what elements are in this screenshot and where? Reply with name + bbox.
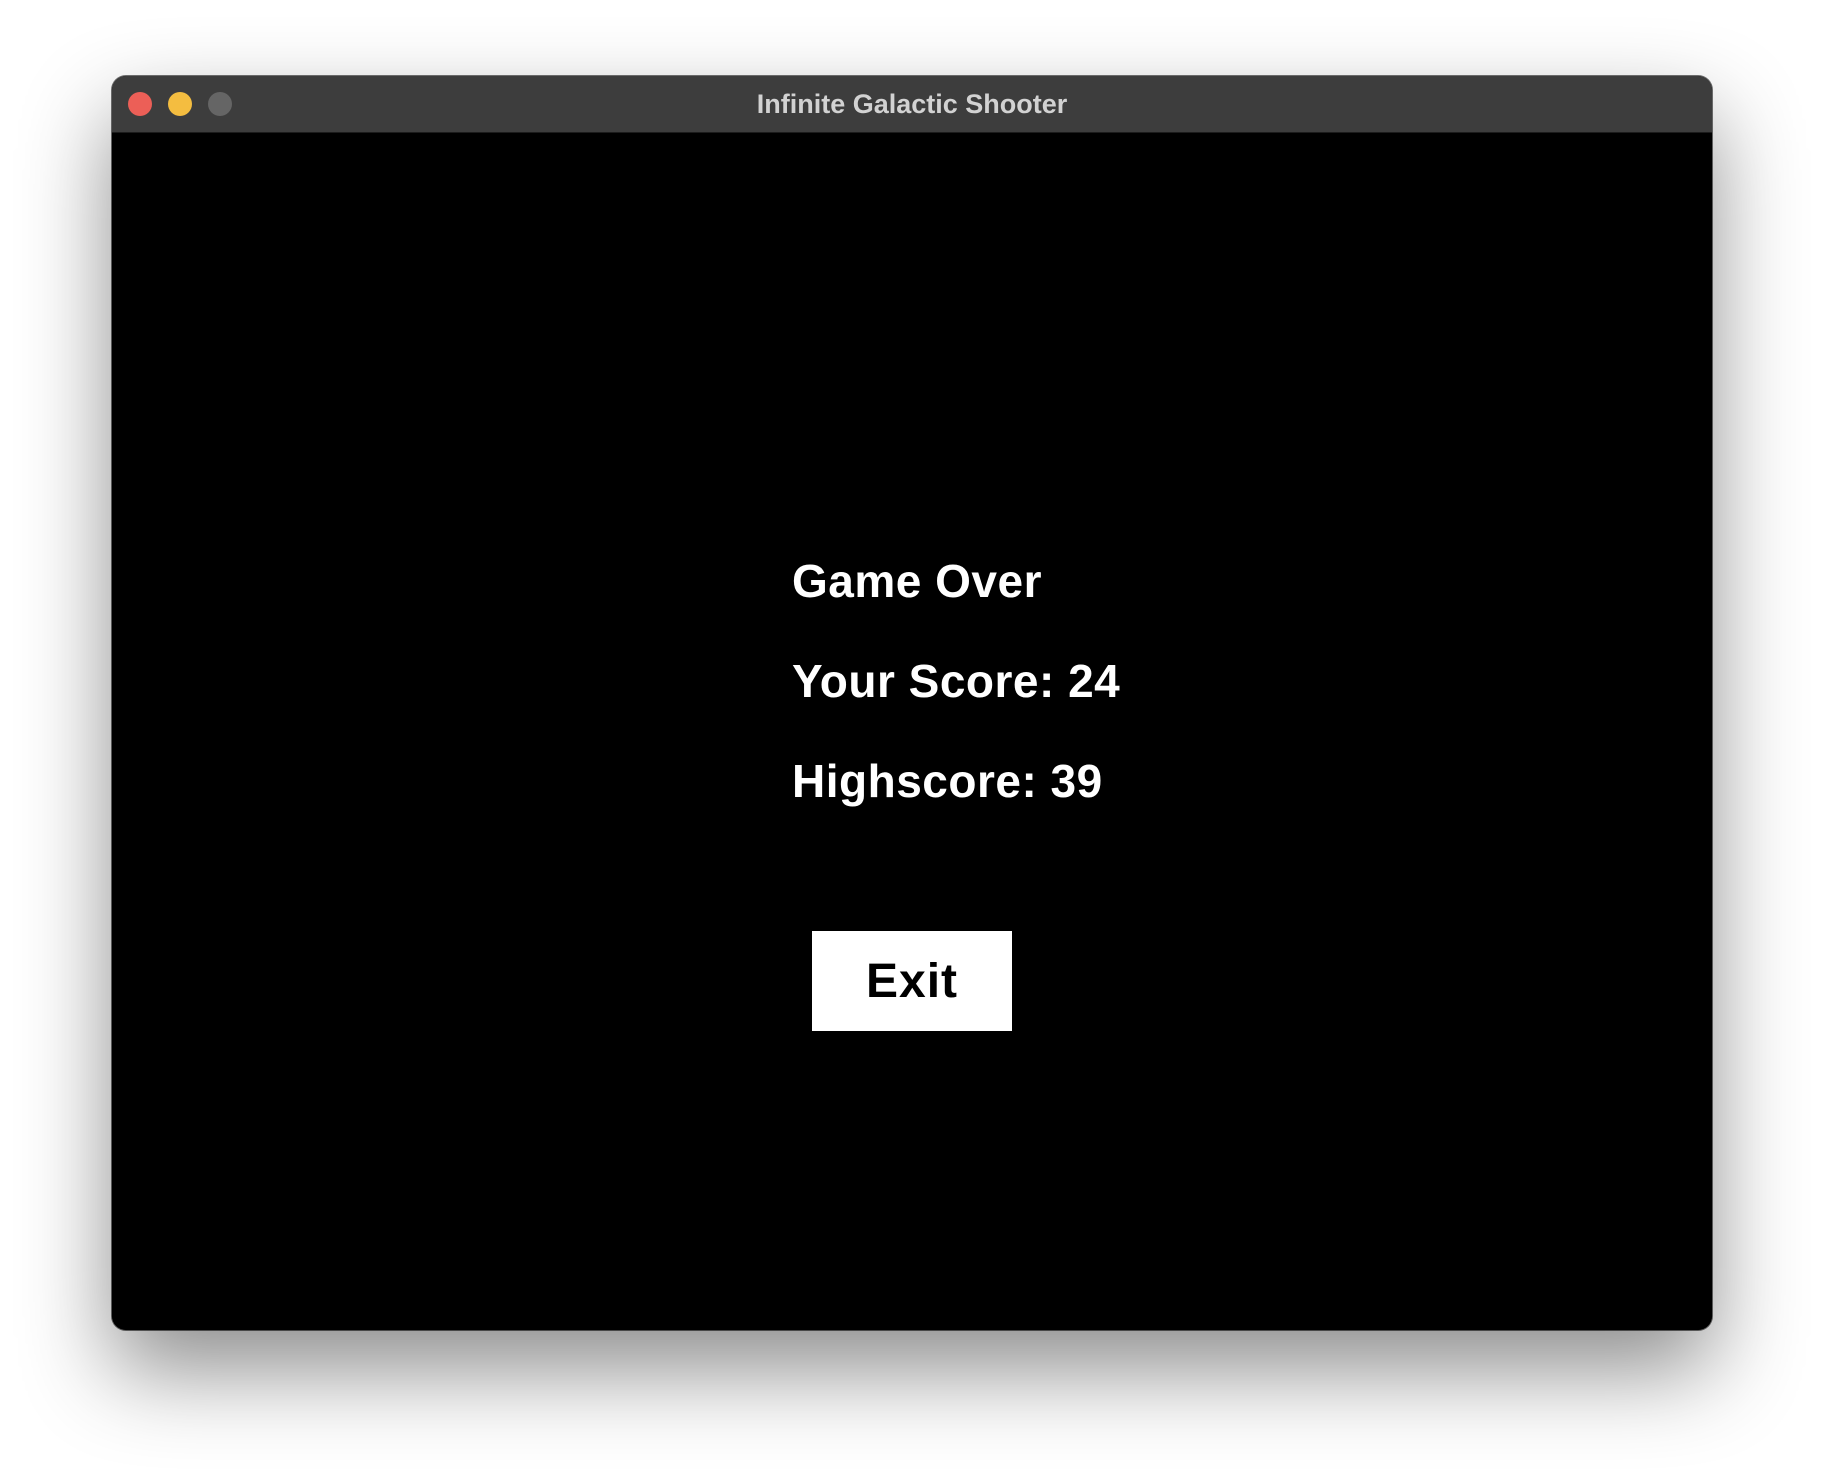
exit-button[interactable]: Exit xyxy=(812,931,1012,1031)
highscore-label: Highscore: 39 xyxy=(792,755,1103,807)
game-canvas: Game Over Your Score: 24 Highscore: 39 E… xyxy=(112,133,1712,1330)
window-title: Infinite Galactic Shooter xyxy=(756,89,1068,119)
game-over-heading: Game Over xyxy=(792,555,1042,607)
title-bar[interactable]: Infinite Galactic Shooter xyxy=(112,76,1712,133)
score-label: Your Score: 24 xyxy=(792,655,1121,707)
app-window: Infinite Galactic Shooter Game Over Your… xyxy=(112,76,1712,1330)
